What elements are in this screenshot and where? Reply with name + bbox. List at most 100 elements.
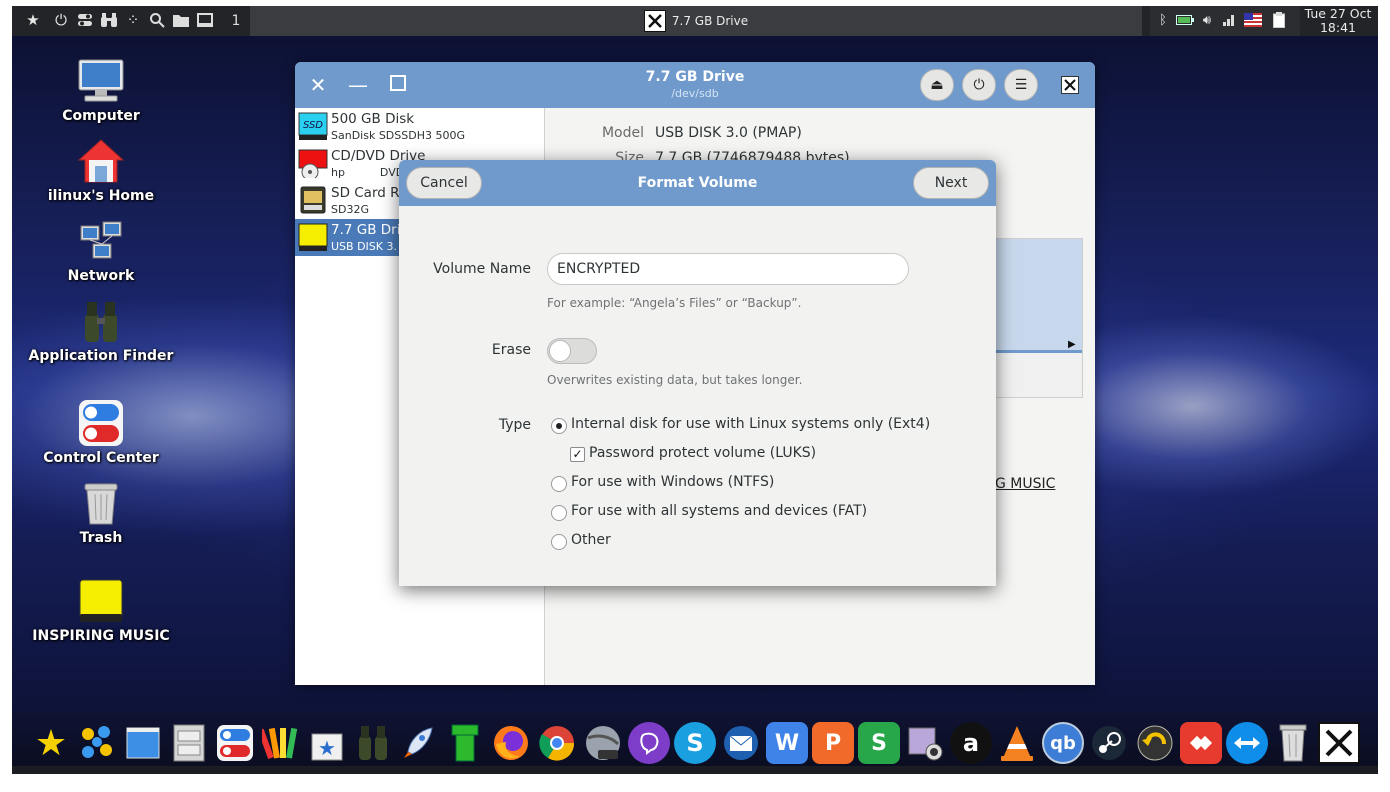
flag-us-icon[interactable]	[1244, 11, 1262, 29]
chrome-icon[interactable]	[536, 722, 578, 764]
volume-name-label: Volume Name	[433, 261, 531, 277]
desktop-icon-computer[interactable]: Computer	[16, 58, 186, 124]
clock[interactable]: Tue 27 Oct 18:41	[1298, 6, 1378, 36]
device-model: USB DISK 3.	[331, 240, 397, 253]
sd-card-icon	[298, 185, 328, 215]
gparted-tool-icon[interactable]	[1318, 722, 1360, 764]
desktop-screen: ★ ⏻ ⁘ 1 7.7 GB Drive ᛒ �	[12, 6, 1378, 774]
steam-icon[interactable]	[1088, 722, 1130, 764]
desktop-icon-trash[interactable]: Trash	[16, 480, 186, 546]
skype-icon[interactable]: S	[674, 722, 716, 764]
usb-drive-icon	[77, 578, 125, 624]
desktop-icon-label: Application Finder	[28, 348, 174, 364]
timeshift-icon[interactable]	[1134, 722, 1176, 764]
dialog-title: Format Volume	[637, 175, 758, 191]
next-button[interactable]: Next	[913, 167, 989, 199]
desktop-icon-network[interactable]: Network	[16, 218, 186, 284]
info-key-model: Model	[601, 125, 644, 141]
vlc-icon[interactable]	[996, 722, 1038, 764]
toggle-knob	[549, 340, 571, 362]
color-palette-icon[interactable]	[260, 722, 302, 764]
screenshot-tool-icon[interactable]	[904, 722, 946, 764]
radio-ext4[interactable]	[551, 418, 567, 434]
luks-checkbox[interactable]: ✓	[570, 447, 585, 462]
desktop-icon-label: Network	[67, 268, 135, 284]
volume-graph[interactable]: ▶	[995, 238, 1083, 398]
wps-presentation-icon[interactable]: P	[812, 722, 854, 764]
mail-client-icon[interactable]	[720, 722, 762, 764]
desktop-icon-home[interactable]: ilinux's Home	[16, 138, 186, 204]
dock: ★ ★ S W P S a qb	[12, 712, 1378, 774]
trash-icon[interactable]	[1272, 722, 1314, 764]
qbittorrent-icon[interactable]: qb	[1042, 722, 1084, 764]
wps-spreadsheet-icon[interactable]: S	[858, 722, 900, 764]
bottom-strip	[12, 766, 1378, 774]
desktop-show-icon[interactable]	[122, 722, 164, 764]
binoculars-icon[interactable]	[352, 722, 394, 764]
volume-icon[interactable]: 🔊︎	[1198, 11, 1216, 29]
teamviewer-icon[interactable]	[1226, 722, 1268, 764]
desktop-icon-label: INSPIRING MUSIC	[32, 628, 170, 644]
erase-label: Erase	[491, 342, 531, 358]
favorites-star-icon[interactable]: ★	[30, 722, 72, 764]
erase-toggle[interactable]	[547, 338, 597, 364]
desktop-icon-app-finder[interactable]: Application Finder	[16, 298, 186, 365]
gparted-tool-icon	[643, 10, 666, 32]
rocket-icon[interactable]	[398, 722, 440, 764]
device-item-500gb-disk[interactable]: SSD 500 GB Disk SanDisk SDSSDH3 500G	[295, 108, 545, 145]
power-off-button[interactable]: ⏻	[962, 69, 996, 101]
signal-icon[interactable]	[1220, 11, 1238, 29]
software-store-icon[interactable]: ★	[306, 722, 348, 764]
disks-headerbar: ✕ — 7.7 GB Drive /dev/sdb ⏏ ⏻ ☰	[295, 62, 1095, 108]
option-ntfs-label[interactable]: For use with Windows (NTFS)	[571, 474, 774, 490]
radio-ntfs[interactable]	[551, 476, 567, 492]
desktop-icon-label: ilinux's Home	[47, 188, 155, 204]
star-menu-icon[interactable]: ★	[24, 11, 42, 29]
file-cabinet-icon[interactable]	[168, 722, 210, 764]
toggles-icon[interactable]	[76, 11, 94, 29]
top-panel: ★ ⏻ ⁘ 1 7.7 GB Drive ᛒ �	[12, 6, 1378, 36]
scroll-right-icon[interactable]: ▶	[1068, 339, 1076, 350]
wps-writer-icon[interactable]: W	[766, 722, 808, 764]
desktop-icon-control-center[interactable]: Control Center	[16, 400, 186, 466]
option-ext4-label[interactable]: Internal disk for use with Linux systems…	[571, 416, 930, 432]
erase-hint: Overwrites existing data, but takes long…	[547, 373, 803, 387]
radio-fat[interactable]	[551, 505, 567, 521]
taskbar-button-disks[interactable]: 7.7 GB Drive	[250, 6, 1142, 36]
desktop-icon-label: Trash	[79, 530, 123, 546]
aptik-icon[interactable]: a	[950, 722, 992, 764]
clipboard-icon[interactable]	[1270, 11, 1288, 29]
volume-mount-link[interactable]: G MUSIC	[995, 476, 1055, 492]
option-fat-label[interactable]: For use with all systems and devices (FA…	[571, 503, 867, 519]
binoculars-icon[interactable]	[100, 11, 118, 29]
luks-label[interactable]: Password protect volume (LUKS)	[589, 445, 816, 461]
folder-icon[interactable]	[172, 11, 190, 29]
power-icon[interactable]: ⏻	[52, 11, 70, 29]
volume-segment[interactable]	[996, 239, 1082, 353]
clock-time: 18:41	[1319, 20, 1357, 35]
menu-button[interactable]: ☰	[1004, 69, 1038, 101]
google-earth-pro-icon[interactable]	[582, 722, 624, 764]
window-icon[interactable]	[196, 11, 214, 29]
settings-toggles-icon[interactable]	[214, 722, 256, 764]
warp-pipe-icon[interactable]	[444, 722, 486, 764]
anydesk-icon[interactable]	[1180, 722, 1222, 764]
apps-grid-icon[interactable]: ⁘	[124, 11, 142, 29]
device-model: hp DVD	[331, 166, 405, 179]
eject-button[interactable]: ⏏	[920, 69, 954, 101]
option-other-label[interactable]: Other	[571, 532, 611, 548]
format-volume-dialog: Cancel Format Volume Next Volume Name Fo…	[399, 160, 996, 586]
bluetooth-icon[interactable]: ᛒ	[1154, 11, 1172, 29]
desktop-icon-label: Control Center	[43, 450, 159, 466]
xfce-apps-icon[interactable]	[76, 722, 118, 764]
volume-name-field[interactable]	[547, 253, 909, 285]
workspace-switcher[interactable]: 1	[224, 6, 248, 36]
desktop-icon-usb-drive[interactable]: INSPIRING MUSIC	[16, 578, 186, 644]
firefox-icon[interactable]	[490, 722, 532, 764]
optical-drive-icon	[298, 148, 328, 181]
radio-other[interactable]	[551, 534, 567, 550]
viber-icon[interactable]	[628, 722, 670, 764]
volume-name-hint: For example: “Angela’s Files” or “Backup…	[547, 296, 802, 310]
battery-charging-icon[interactable]	[1176, 11, 1194, 29]
search-icon[interactable]	[148, 11, 166, 29]
